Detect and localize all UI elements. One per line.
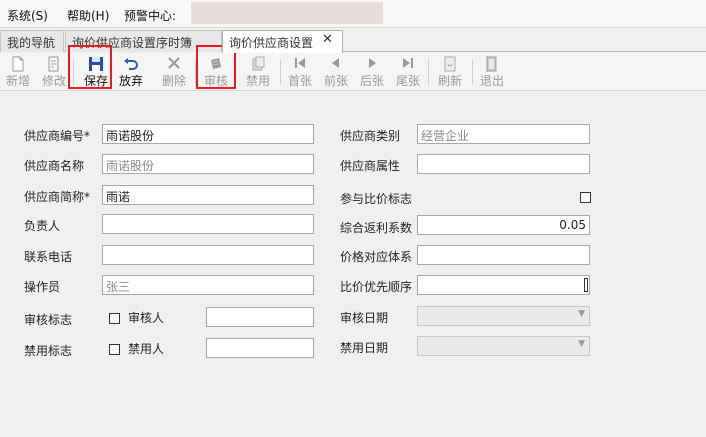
refresh-icon: [432, 56, 468, 74]
prev-button-label: 前张: [323, 74, 348, 88]
toolbar-separator: [280, 59, 281, 85]
menu-alert-center[interactable]: 预警中心:: [124, 7, 176, 24]
refresh-button-label: 刷新: [437, 74, 462, 88]
edit-button-label: 修改: [41, 74, 66, 88]
menu-system[interactable]: 系统(S): [7, 7, 48, 24]
disable-date-label: 禁用日期: [340, 341, 389, 355]
disable-flag-label: 禁用标志: [24, 344, 73, 358]
exit-button[interactable]: 退出: [474, 54, 510, 90]
auditor-field[interactable]: [206, 307, 314, 327]
supplier-short-field[interactable]: 雨诺: [102, 185, 314, 205]
menu-help[interactable]: 帮助(H): [67, 7, 109, 24]
delete-button[interactable]: 删除: [156, 54, 192, 90]
priority-label: 比价优先顺序: [340, 280, 413, 294]
disabler-label: 禁用人: [128, 342, 165, 356]
chevron-down-icon: ▼: [578, 309, 585, 319]
disabler-field[interactable]: [206, 338, 314, 358]
disable-button-label: 禁用: [245, 74, 270, 88]
attribute-label: 供应商属性: [340, 159, 401, 173]
discard-button[interactable]: 放弃: [113, 54, 149, 90]
discard-button-label: 放弃: [118, 74, 143, 88]
supplier-name-label: 供应商名称: [24, 159, 85, 173]
refresh-button[interactable]: 刷新: [432, 54, 468, 90]
operator-field[interactable]: 张三: [102, 275, 314, 295]
next-icon: [354, 56, 390, 74]
disable-date-picker[interactable]: ▼: [417, 336, 590, 356]
prev-icon: [318, 56, 354, 74]
owner-field[interactable]: [102, 214, 314, 234]
supplier-code-label: 供应商编号*: [24, 129, 91, 143]
new-button-label: 新增: [5, 74, 30, 88]
delete-button-label: 删除: [161, 74, 186, 88]
attribute-field[interactable]: [417, 154, 590, 174]
save-highlight: [68, 45, 112, 89]
disable-icon: [240, 56, 276, 74]
supplier-code-field[interactable]: 雨诺股份: [102, 124, 314, 144]
edit-button[interactable]: 修改: [36, 54, 72, 90]
close-icon[interactable]: ✕: [322, 32, 333, 47]
first-icon: [282, 56, 318, 74]
compare-flag-label: 参与比价标志: [340, 192, 413, 206]
exit-button-label: 退出: [479, 74, 504, 88]
tab-my-navigation[interactable]: 我的导航: [0, 30, 64, 52]
category-field[interactable]: 经营企业: [417, 124, 590, 144]
prev-button[interactable]: 前张: [318, 54, 354, 90]
first-button[interactable]: 首张: [282, 54, 318, 90]
first-button-label: 首张: [287, 74, 312, 88]
supplier-short-label: 供应商简称*: [24, 190, 91, 204]
price-system-label: 价格对应体系: [340, 250, 413, 264]
disable-button[interactable]: 禁用: [240, 54, 276, 90]
compare-flag-checkbox[interactable]: [580, 192, 591, 203]
last-icon: [390, 56, 426, 74]
delete-icon: [156, 56, 192, 74]
next-button-label: 后张: [359, 74, 384, 88]
audit-date-picker[interactable]: ▼: [417, 306, 590, 326]
new-doc-icon: [0, 56, 36, 74]
rebate-field[interactable]: 0.05: [417, 215, 590, 235]
last-button-label: 尾张: [395, 74, 420, 88]
menubar: 系统(S) 帮助(H) 预警中心:: [0, 0, 706, 28]
toolbar-separator: [472, 59, 473, 85]
text-caret: [584, 278, 588, 292]
edit-doc-icon: [36, 56, 72, 74]
disable-flag-checkbox[interactable]: [109, 344, 120, 355]
alert-center-panel: [191, 2, 383, 24]
auditor-label: 审核人: [128, 311, 165, 325]
toolbar-separator: [428, 59, 429, 85]
audit-date-label: 审核日期: [340, 311, 389, 325]
price-system-field[interactable]: [417, 245, 590, 265]
undo-icon: [113, 56, 149, 74]
category-label: 供应商类别: [340, 129, 401, 143]
supplier-name-field[interactable]: 雨诺股份: [102, 154, 314, 174]
rebate-label: 综合返利系数: [340, 221, 413, 235]
audit-flag-checkbox[interactable]: [109, 313, 120, 324]
last-button[interactable]: 尾张: [390, 54, 426, 90]
priority-field[interactable]: [417, 275, 590, 295]
chevron-down-icon: ▼: [578, 339, 585, 349]
owner-label: 负责人: [24, 219, 61, 233]
phone-label: 联系电话: [24, 250, 73, 264]
exit-icon: [474, 56, 510, 74]
phone-field[interactable]: [102, 245, 314, 265]
next-button[interactable]: 后张: [354, 54, 390, 90]
operator-label: 操作员: [24, 280, 61, 294]
audit-flag-label: 审核标志: [24, 313, 73, 327]
new-button[interactable]: 新增: [0, 54, 36, 90]
